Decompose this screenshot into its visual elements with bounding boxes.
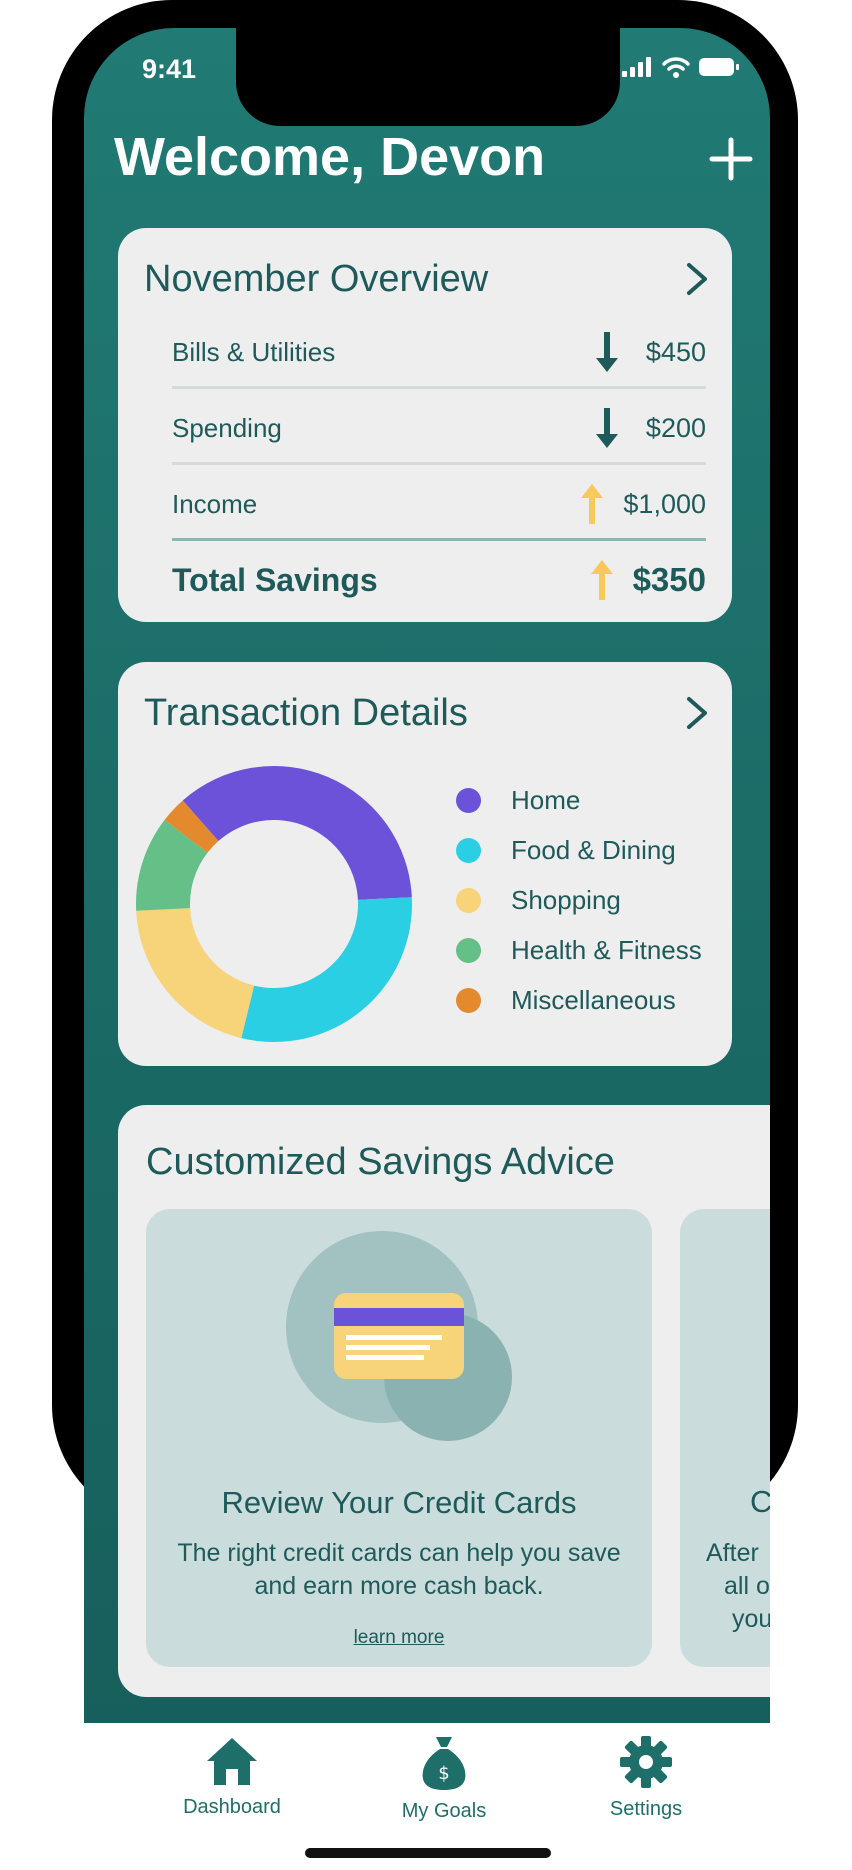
add-button[interactable] bbox=[708, 136, 754, 182]
peek-title: C bbox=[750, 1484, 770, 1519]
legend-label: Shopping bbox=[511, 884, 621, 915]
peek-line1: After bbox=[706, 1539, 759, 1567]
legend-item-home: Home bbox=[456, 780, 580, 820]
legend-item-health-fitness: Health & Fitness bbox=[456, 930, 702, 970]
svg-text:$: $ bbox=[438, 1763, 449, 1784]
overview-row-label: Bills & Utilities bbox=[172, 336, 336, 367]
legend-item-shopping: Shopping bbox=[456, 880, 621, 920]
advice-card-title: Review Your Credit Cards bbox=[221, 1485, 577, 1520]
legend-label: Home bbox=[511, 784, 581, 815]
tab-label: Dashboard bbox=[183, 1796, 281, 1818]
donut-slice-shopping bbox=[136, 908, 255, 1039]
divider bbox=[172, 386, 706, 389]
legend-dot bbox=[456, 787, 481, 813]
advice-card-body-line1: The right credit cards can help you save bbox=[177, 1539, 621, 1567]
overview-card[interactable]: November Overview Bills & Utilities $450… bbox=[118, 228, 732, 622]
chevron-right-icon[interactable] bbox=[686, 262, 708, 296]
overview-title: November Overview bbox=[144, 258, 489, 300]
learn-more-link[interactable]: learn more bbox=[146, 1627, 652, 1649]
chevron-right-icon[interactable] bbox=[686, 696, 708, 730]
overview-row-label: Income bbox=[172, 488, 258, 519]
overview-row-spending: Spending $200 bbox=[172, 398, 706, 458]
home-icon bbox=[207, 1738, 257, 1785]
advice-card-peek[interactable]: C After all o you bbox=[680, 1209, 770, 1667]
legend-dot bbox=[456, 887, 481, 913]
tab-dashboard[interactable]: Dashboard bbox=[162, 1735, 302, 1819]
donut-slice-food-dining bbox=[241, 897, 412, 1042]
total-savings-amount: $350 bbox=[632, 561, 706, 598]
transaction-details-card[interactable]: Transaction Details Home Food & Dining S… bbox=[118, 662, 732, 1066]
overview-row-amount: $450 bbox=[645, 336, 706, 367]
tab-settings[interactable]: Settings bbox=[576, 1735, 716, 1821]
overview-row-income: Income $1,000 bbox=[172, 474, 706, 534]
legend-label: Miscellaneous bbox=[511, 984, 676, 1015]
peek-line2: all o bbox=[724, 1572, 770, 1600]
legend-dot bbox=[456, 987, 481, 1013]
legend-dot bbox=[456, 837, 481, 863]
overview-total-row: Total Savings $350 bbox=[172, 550, 706, 610]
savings-advice-title: Customized Savings Advice bbox=[146, 1141, 615, 1183]
overview-row-label: Spending bbox=[172, 412, 282, 443]
status-time: 9:41 bbox=[142, 54, 197, 84]
legend-dot bbox=[456, 937, 481, 963]
arrow-down-icon bbox=[596, 408, 618, 448]
spending-donut-chart bbox=[136, 766, 412, 1042]
gear-icon bbox=[620, 1736, 672, 1788]
total-savings-label: Total Savings bbox=[172, 561, 378, 598]
divider bbox=[172, 462, 706, 465]
donut-slice-home bbox=[182, 766, 412, 900]
money-bag-icon: $ bbox=[422, 1737, 466, 1790]
overview-row-bills: Bills & Utilities $450 bbox=[172, 322, 706, 382]
legend-item-miscellaneous: Miscellaneous bbox=[456, 980, 676, 1020]
advice-card-credit[interactable]: Review Your Credit Cards The right credi… bbox=[146, 1209, 652, 1667]
overview-row-amount: $1,000 bbox=[623, 488, 706, 519]
advice-card-body-line2: and earn more cash back. bbox=[254, 1572, 544, 1600]
wifi-icon bbox=[662, 57, 690, 78]
savings-advice-card: Customized Savings Advice Review Your Cr… bbox=[118, 1105, 770, 1697]
signal-icon bbox=[622, 57, 651, 77]
arrow-up-icon bbox=[590, 560, 613, 600]
arrow-up-icon bbox=[581, 484, 604, 524]
app-screen: Welcome, Devon November Overview Bills &… bbox=[84, 28, 770, 1723]
total-divider bbox=[172, 538, 706, 541]
notch bbox=[236, 28, 620, 126]
transaction-details-title: Transaction Details bbox=[144, 692, 468, 734]
credit-card-illustration bbox=[286, 1231, 512, 1441]
tab-label: My Goals bbox=[401, 1800, 487, 1822]
legend-label: Food & Dining bbox=[511, 834, 676, 865]
peek-line3: you bbox=[732, 1605, 770, 1633]
tab-my-goals[interactable]: $ My Goals bbox=[374, 1735, 514, 1823]
status-icons bbox=[622, 56, 740, 78]
battery-icon bbox=[699, 58, 739, 76]
legend-label: Health & Fitness bbox=[511, 934, 702, 965]
tab-label: Settings bbox=[609, 1798, 683, 1820]
welcome-title: Welcome, Devon bbox=[114, 127, 546, 187]
overview-row-amount: $200 bbox=[645, 412, 706, 443]
arrow-down-icon bbox=[596, 332, 618, 372]
legend-item-food-dining: Food & Dining bbox=[456, 830, 676, 870]
home-indicator bbox=[305, 1848, 551, 1858]
